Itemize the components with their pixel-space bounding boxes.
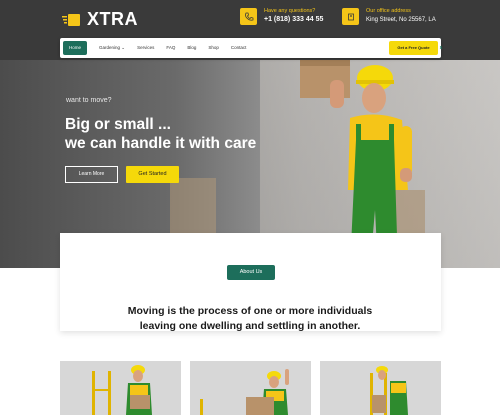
hero-title: Big or small ... we can handle it with c… [65,115,256,153]
nav-item-blog[interactable]: Blog [181,41,202,55]
nav-item-label: Gardening [99,45,121,50]
nav-item-contact[interactable]: Contact [225,41,253,55]
phone-number: +1 (818) 333 44 55 [264,16,324,23]
nav-item-home[interactable]: Home [63,41,88,55]
service-card[interactable] [190,361,311,415]
phone-icon [240,8,257,25]
hero-title-line: Big or small ... [65,116,171,133]
hero-background-box [170,178,216,233]
about-us-badge[interactable]: About Us [227,265,275,280]
about-text-line: leaving one dwelling and settling in ano… [139,320,361,332]
nav-item-gardening[interactable]: Gardening ⌄ [93,41,131,55]
address-icon [342,8,359,25]
get-started-button[interactable]: Get Started [126,166,179,183]
hero-title-line: we can handle it with care [65,135,257,152]
service-card[interactable] [60,361,181,415]
nav-item-faq[interactable]: FAQ [160,41,181,55]
skype-icon[interactable]: s [437,43,445,53]
logo[interactable]: XTRA [62,9,138,30]
main-nav: Home Gardening ⌄ Services FAQ Blog Shop … [60,38,442,58]
hero-subtitle: want to move? [66,97,112,104]
service-card[interactable] [320,361,441,415]
nav-menu: Home Gardening ⌄ Services FAQ Blog Shop … [63,41,252,55]
chevron-down-icon: ⌄ [121,45,126,50]
nav-item-services[interactable]: Services [131,41,160,55]
header-address: Our office address King Street, No 25567… [342,8,436,25]
worker-with-hand-truck-image [370,366,408,415]
address-label: Our office address [366,8,411,14]
truck-logo-icon [62,13,82,27]
logo-text: XTRA [87,9,138,29]
free-quote-button[interactable]: Get a Free Quote [389,41,438,55]
address-value: King Street, No 25567, LA [366,17,436,23]
phone-label: Have any questions? [264,8,316,14]
about-text: Moving is the process of one or more ind… [100,304,400,334]
worker-with-boxes-image [200,369,289,415]
worker-with-hand-truck-image [92,365,152,415]
learn-more-button[interactable]: Learn More [65,166,118,183]
about-text-line: Moving is the process of one or more ind… [127,305,373,317]
nav-item-shop[interactable]: Shop [202,41,225,55]
header-phone[interactable]: Have any questions? +1 (818) 333 44 55 [240,8,323,25]
